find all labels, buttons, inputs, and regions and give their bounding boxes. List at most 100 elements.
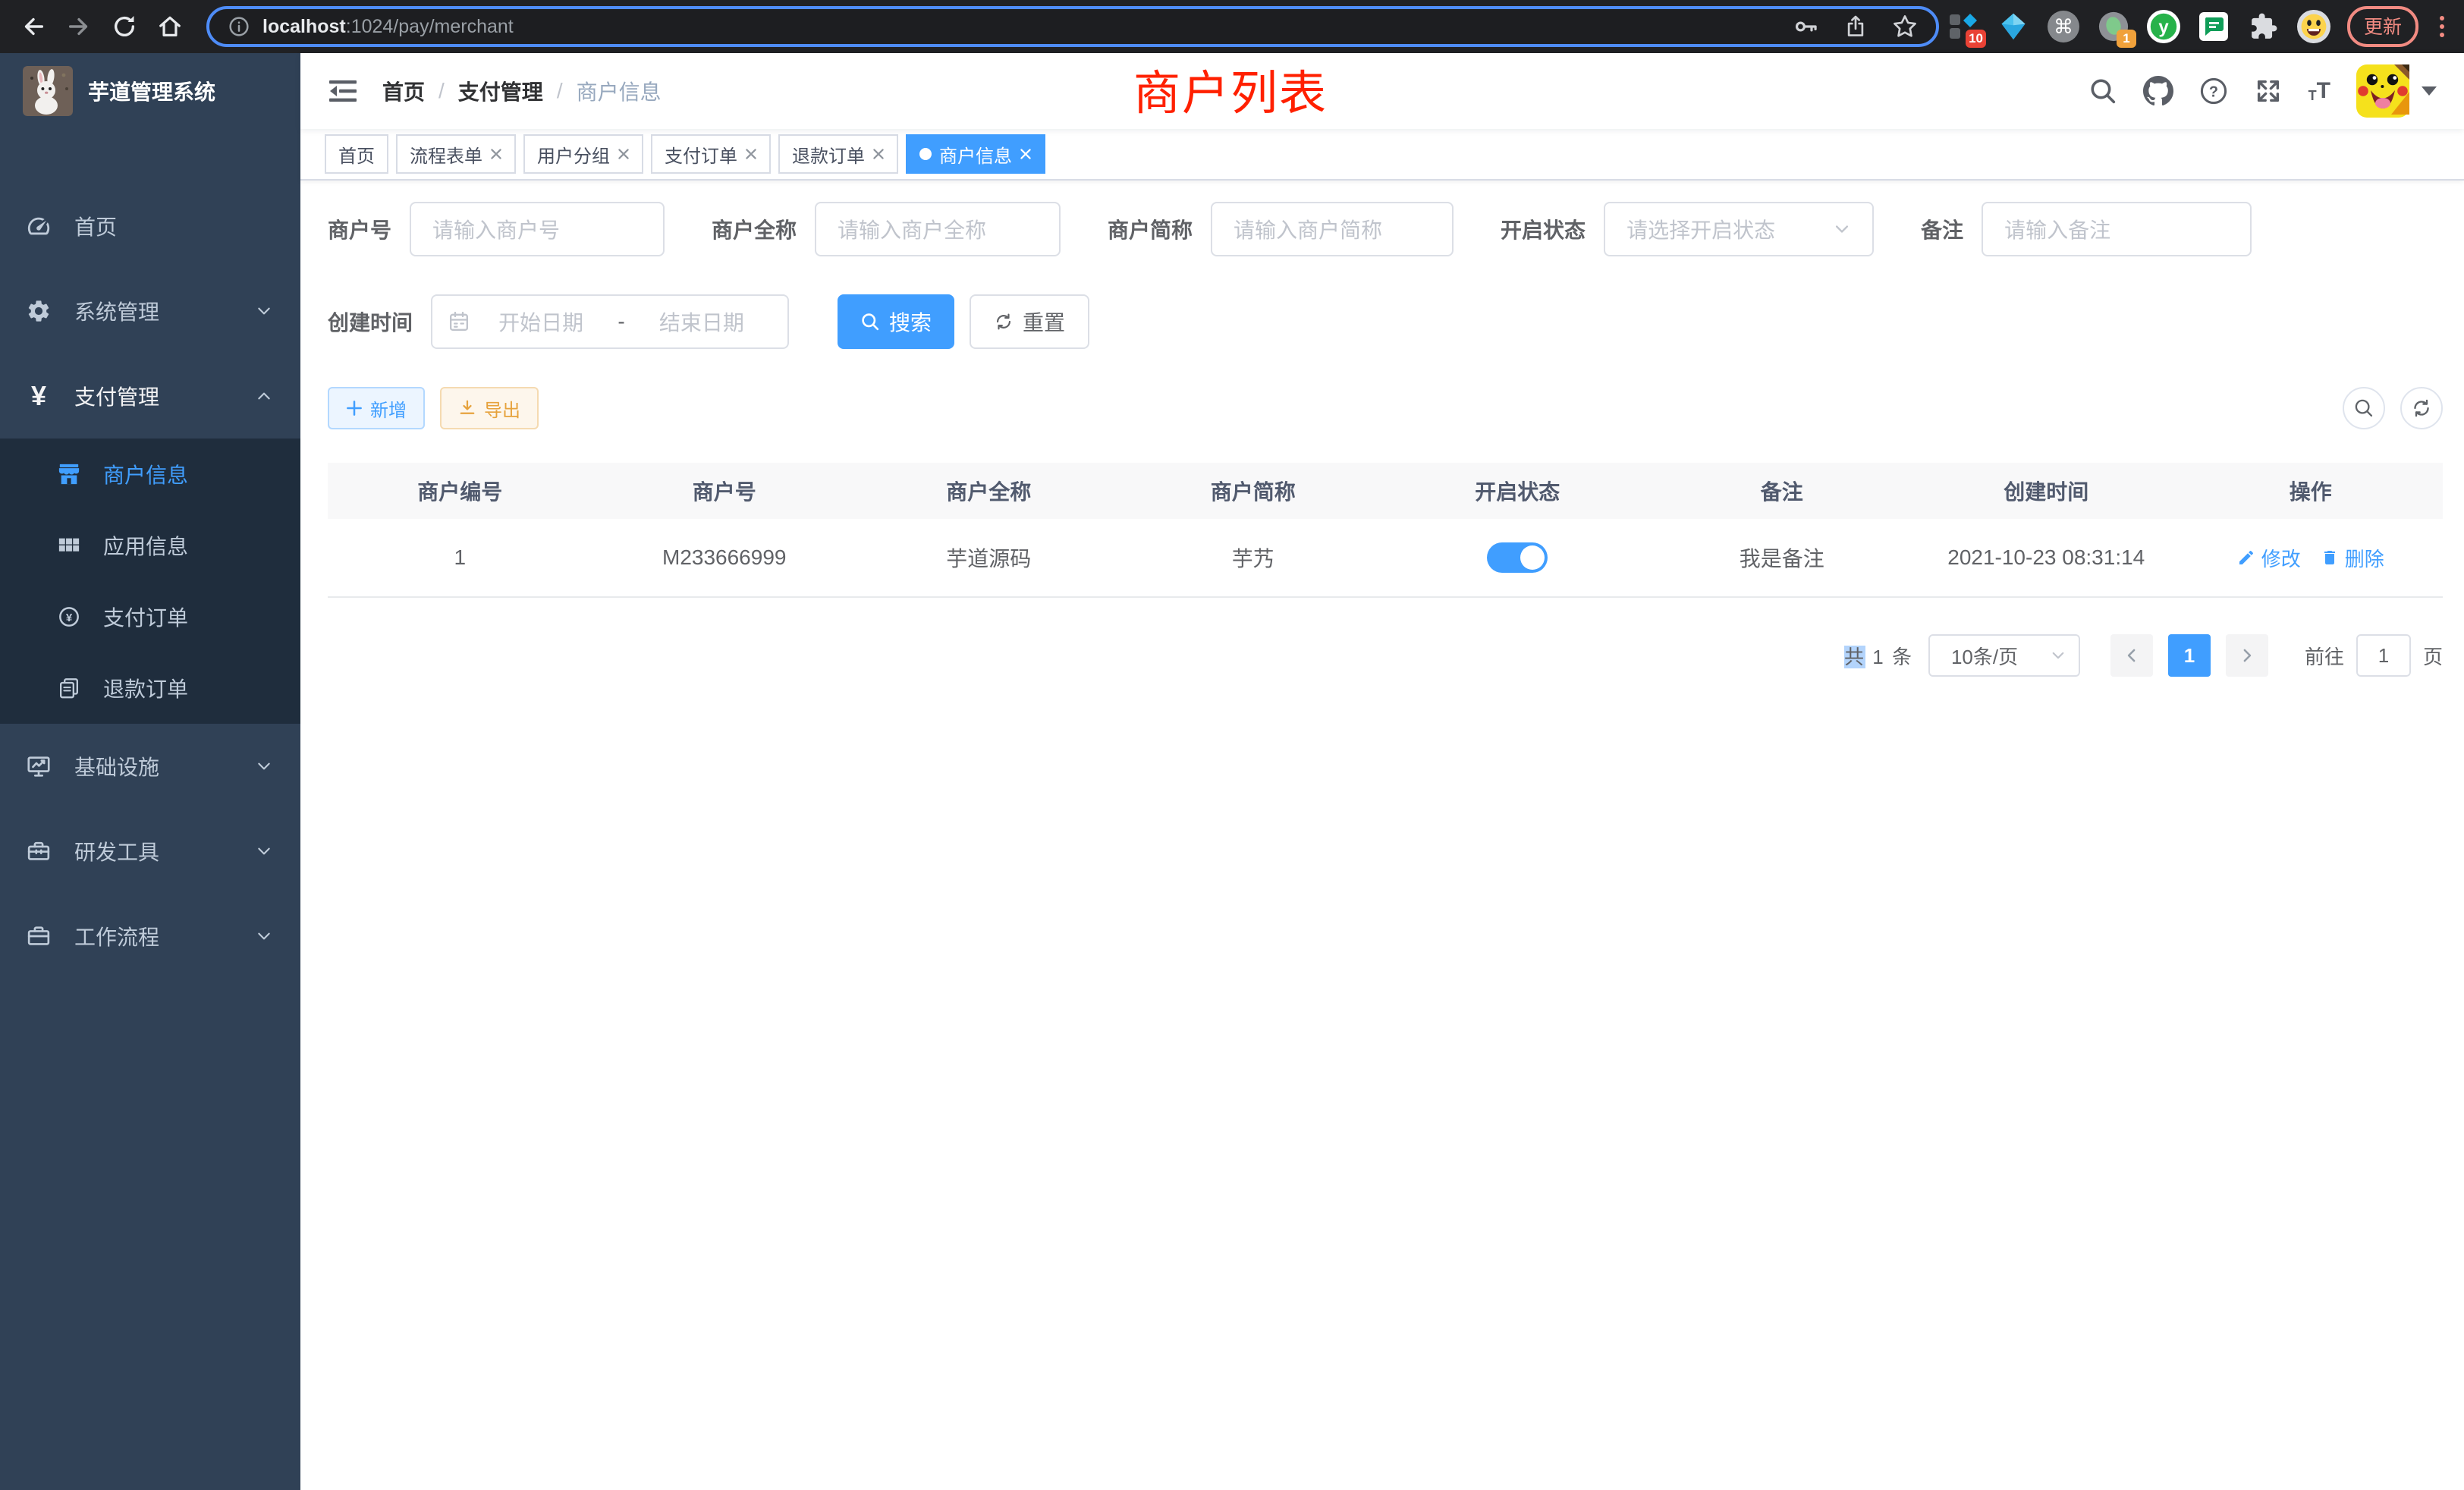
- sidebar-item-system[interactable]: 系统管理: [0, 269, 300, 354]
- extensions-puzzle-icon[interactable]: [2247, 10, 2280, 43]
- site-info-icon[interactable]: [228, 15, 250, 38]
- tab-process-form[interactable]: 流程表单: [396, 134, 516, 174]
- close-icon[interactable]: [745, 148, 757, 160]
- pagination-total: 共 1 条: [1844, 642, 1913, 670]
- chevron-down-icon: [255, 927, 273, 945]
- browser-forward-icon[interactable]: [61, 8, 97, 45]
- create-time-label: 创建时间: [328, 306, 413, 337]
- cell-merchant-no: M233666999: [592, 545, 857, 570]
- add-button[interactable]: 新增: [328, 387, 425, 429]
- sidebar-item-dev-tools[interactable]: 研发工具: [0, 809, 300, 894]
- goto-page-input[interactable]: 1: [2356, 634, 2411, 677]
- full-name-input[interactable]: 请输入商户全称: [815, 202, 1061, 256]
- sidebar-item-app-info[interactable]: 应用信息: [0, 510, 300, 581]
- full-name-label: 商户全称: [712, 214, 797, 244]
- svg-text:?: ?: [2209, 84, 2218, 101]
- sidebar-item-label: 工作流程: [74, 921, 159, 951]
- search-button[interactable]: 搜索: [838, 294, 954, 349]
- browser-reload-icon[interactable]: [106, 8, 143, 45]
- short-name-input[interactable]: 请输入商户简称: [1211, 202, 1454, 256]
- cell-actions: 修改 删除: [2179, 544, 2444, 572]
- share-icon[interactable]: [1843, 14, 1868, 39]
- search-icon[interactable]: [2088, 77, 2117, 105]
- show-search-button[interactable]: [2343, 387, 2385, 429]
- sidebar-item-pay[interactable]: ¥ 支付管理: [0, 354, 300, 439]
- sidebar-item-refund-order[interactable]: 退款订单: [0, 652, 300, 724]
- font-size-icon[interactable]: TT: [2308, 80, 2330, 102]
- chevron-down-icon: [255, 757, 273, 775]
- refresh-table-button[interactable]: [2400, 387, 2443, 429]
- edit-link[interactable]: 修改: [2237, 544, 2301, 572]
- fullscreen-icon[interactable]: [2254, 77, 2283, 105]
- password-key-icon[interactable]: [1793, 14, 1819, 39]
- cell-short-name: 芋艿: [1121, 542, 1386, 573]
- github-icon[interactable]: [2143, 76, 2173, 106]
- next-page-button[interactable]: [2226, 634, 2268, 677]
- extension-tiles-icon[interactable]: 10: [1947, 10, 1980, 43]
- app-root: localhost:1024/pay/merchant 10: [0, 0, 2464, 1490]
- reset-button[interactable]: 重置: [970, 294, 1089, 349]
- cell-create-time: 2021-10-23 08:31:14: [1914, 545, 2179, 570]
- remark-input[interactable]: 请输入备注: [1982, 202, 2252, 256]
- export-button[interactable]: 导出: [440, 387, 539, 429]
- briefcase-icon: [26, 923, 52, 949]
- browser-update-button[interactable]: 更新: [2347, 6, 2418, 47]
- prev-page-button[interactable]: [2110, 634, 2153, 677]
- merchant-no-input[interactable]: 请输入商户号: [410, 202, 665, 256]
- browser-home-icon[interactable]: [152, 8, 188, 45]
- sidebar: 芋道管理系统 首页 系统管理 ¥ 支付管理: [0, 53, 300, 1490]
- browser-back-icon[interactable]: [15, 8, 52, 45]
- short-name-label: 商户简称: [1108, 214, 1193, 244]
- avatar-caret-icon[interactable]: [2422, 86, 2437, 96]
- tab-home[interactable]: 首页: [325, 134, 388, 174]
- sidebar-item-merchant-info[interactable]: 商户信息: [0, 439, 300, 510]
- extension-gem-icon[interactable]: [1997, 10, 2030, 43]
- bookmark-star-icon[interactable]: [1892, 14, 1918, 39]
- url-text[interactable]: localhost:1024/pay/merchant: [262, 16, 514, 38]
- sidebar-item-workflow[interactable]: 工作流程: [0, 894, 300, 979]
- tab-pay-order[interactable]: 支付订单: [651, 134, 771, 174]
- dashboard-icon: [26, 213, 52, 239]
- tab-user-group[interactable]: 用户分组: [523, 134, 643, 174]
- extension-y-icon[interactable]: y: [2147, 10, 2180, 43]
- sidebar-item-home[interactable]: 首页: [0, 184, 300, 269]
- breadcrumb-pay[interactable]: 支付管理: [458, 76, 543, 106]
- url-host: localhost: [262, 16, 346, 37]
- top-navbar: 首页 / 支付管理 / 商户信息 ? TT: [300, 53, 2464, 129]
- sidebar-item-infra[interactable]: 基础设施: [0, 724, 300, 809]
- url-bar[interactable]: localhost:1024/pay/merchant: [206, 6, 1939, 47]
- user-avatar[interactable]: [2356, 64, 2409, 118]
- status-toggle[interactable]: [1487, 542, 1548, 573]
- svg-text:¥: ¥: [66, 611, 73, 624]
- breadcrumb-home[interactable]: 首页: [382, 76, 425, 106]
- page-size-select[interactable]: 10条/页: [1928, 634, 2080, 677]
- sidebar-logo[interactable]: 芋道管理系统: [0, 53, 300, 129]
- extension-chat-icon[interactable]: [2197, 10, 2230, 43]
- tab-merchant-info[interactable]: 商户信息: [906, 134, 1045, 174]
- delete-link[interactable]: 删除: [2321, 544, 2384, 572]
- extension-session-icon[interactable]: 1: [2097, 10, 2130, 43]
- sidebar-item-label: 基础设施: [74, 751, 159, 781]
- close-icon[interactable]: [1020, 148, 1032, 160]
- browser-menu-icon[interactable]: [2435, 16, 2449, 37]
- cell-merchant-id: 1: [328, 545, 592, 570]
- url-path: :1024/pay/merchant: [346, 16, 514, 37]
- sidebar-item-pay-order[interactable]: ¥ 支付订单: [0, 581, 300, 652]
- help-icon[interactable]: ?: [2199, 77, 2228, 105]
- status-select[interactable]: 请选择开启状态: [1604, 202, 1874, 256]
- sidebar-item-label: 首页: [74, 211, 117, 241]
- extension-badge: 1: [2117, 30, 2136, 48]
- chevron-down-icon: [255, 842, 273, 860]
- close-icon[interactable]: [490, 148, 502, 160]
- extension-command-icon[interactable]: ⌘: [2047, 10, 2080, 43]
- page-number-button[interactable]: 1: [2168, 634, 2211, 677]
- tab-refund-order[interactable]: 退款订单: [778, 134, 898, 174]
- app-logo-rabbit: [23, 66, 73, 116]
- main-content: 商户号 请输入商户号 商户全称 请输入商户全称 商户简称 请输入商户简称 开启状…: [300, 181, 2464, 1490]
- create-time-range-picker[interactable]: 开始日期 - 结束日期: [431, 294, 789, 349]
- extension-badge: 10: [1966, 30, 1986, 48]
- browser-profile-avatar[interactable]: [2297, 10, 2330, 43]
- sidebar-collapse-icon[interactable]: [328, 76, 358, 106]
- close-icon[interactable]: [618, 148, 630, 160]
- close-icon[interactable]: [872, 148, 885, 160]
